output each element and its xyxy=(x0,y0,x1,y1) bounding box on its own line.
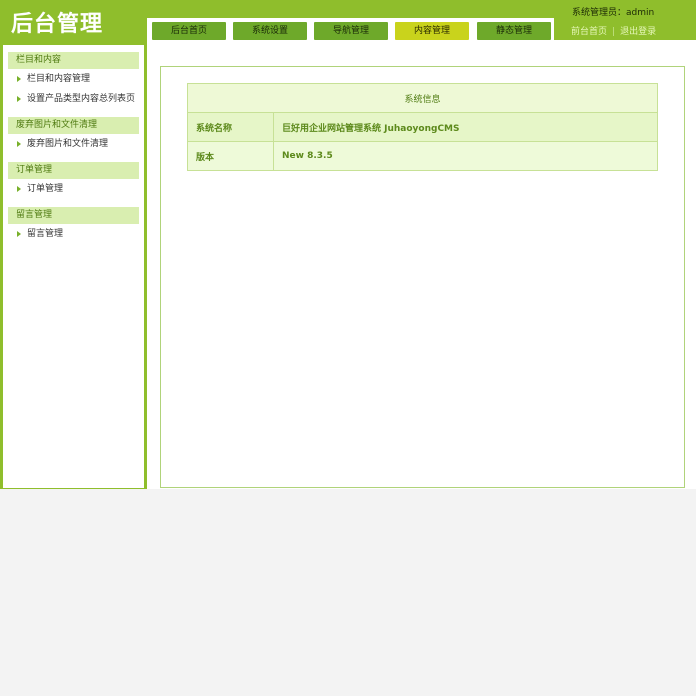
version-value: New 8.3.5 xyxy=(273,141,658,171)
tab-static-management[interactable]: 静态管理 xyxy=(477,22,551,40)
system-info-header: 系统信息 xyxy=(187,83,658,113)
app-logo: 后台管理 xyxy=(11,12,104,37)
logout-link[interactable]: 退出登录 xyxy=(620,27,656,37)
system-name-key: 系统名称 xyxy=(187,112,274,142)
tab-navigation-management[interactable]: 导航管理 xyxy=(314,22,388,40)
sidebar-section-title: 留言管理 xyxy=(8,207,139,224)
sidebar-section-orders: 订单管理 订单管理 xyxy=(8,162,139,199)
system-info-table: 系统信息 系统名称 巨好用企业网站管理系统 JuhaoyongCMS 版本 Ne… xyxy=(187,83,658,171)
tab-system-settings[interactable]: 系统设置 xyxy=(233,22,307,40)
sidebar-item-messages[interactable]: 留言管理 xyxy=(8,224,139,244)
sidebar-item-label: 留言管理 xyxy=(27,229,64,239)
sidebar-section-cleanup: 废弃图片和文件清理 废弃图片和文件清理 xyxy=(8,117,139,154)
table-row: 系统名称 巨好用企业网站管理系统 JuhaoyongCMS xyxy=(187,112,658,142)
sidebar-item-label: 栏目和内容管理 xyxy=(27,74,91,84)
version-key: 版本 xyxy=(187,141,274,171)
content-panel: 系统信息 系统名称 巨好用企业网站管理系统 JuhaoyongCMS 版本 Ne… xyxy=(160,66,685,488)
arrow-right-icon xyxy=(17,185,21,192)
sidebar-item-orders[interactable]: 订单管理 xyxy=(8,179,139,199)
sidebar-section-title: 订单管理 xyxy=(8,162,139,179)
frontend-home-link[interactable]: 前台首页 xyxy=(571,27,607,37)
sidebar-section-title: 栏目和内容 xyxy=(8,52,139,69)
arrow-right-icon xyxy=(17,95,21,102)
header-links: 前台首页 | 退出登录 xyxy=(571,24,656,37)
sidebar-item-columns-content-management[interactable]: 栏目和内容管理 xyxy=(8,69,139,89)
sidebar-item-label: 废弃图片和文件清理 xyxy=(27,139,109,149)
sidebar-section-messages: 留言管理 留言管理 xyxy=(8,207,139,244)
arrow-right-icon xyxy=(17,75,21,82)
main-area: 系统信息 系统名称 巨好用企业网站管理系统 JuhaoyongCMS 版本 Ne… xyxy=(147,40,696,489)
top-header: 后台管理 后台首页 系统设置 导航管理 内容管理 静态管理 系统管理员：admi… xyxy=(0,0,696,40)
sidebar: 栏目和内容 栏目和内容管理 设置产品类型内容总列表页 废弃图片和文件清理 废弃图… xyxy=(0,40,147,489)
sidebar-item-cleanup[interactable]: 废弃图片和文件清理 xyxy=(8,134,139,154)
table-row: 版本 New 8.3.5 xyxy=(187,141,658,171)
current-user-label: 系统管理员：admin xyxy=(572,8,655,18)
tab-content-management[interactable]: 内容管理 xyxy=(395,22,469,40)
sidebar-item-product-type-list-page[interactable]: 设置产品类型内容总列表页 xyxy=(8,89,139,109)
main-nav-tabs: 后台首页 系统设置 导航管理 内容管理 静态管理 xyxy=(147,18,554,40)
sidebar-menu: 栏目和内容 栏目和内容管理 设置产品类型内容总列表页 废弃图片和文件清理 废弃图… xyxy=(3,45,144,488)
system-name-value: 巨好用企业网站管理系统 JuhaoyongCMS xyxy=(273,112,658,142)
arrow-right-icon xyxy=(17,230,21,237)
sidebar-section-title: 废弃图片和文件清理 xyxy=(8,117,139,134)
sidebar-item-label: 设置产品类型内容总列表页 xyxy=(27,94,136,104)
link-separator: | xyxy=(612,27,616,37)
sidebar-section-columns-content: 栏目和内容 栏目和内容管理 设置产品类型内容总列表页 xyxy=(8,52,139,109)
tab-admin-home[interactable]: 后台首页 xyxy=(152,22,226,40)
sidebar-item-label: 订单管理 xyxy=(27,184,64,194)
arrow-right-icon xyxy=(17,140,21,147)
